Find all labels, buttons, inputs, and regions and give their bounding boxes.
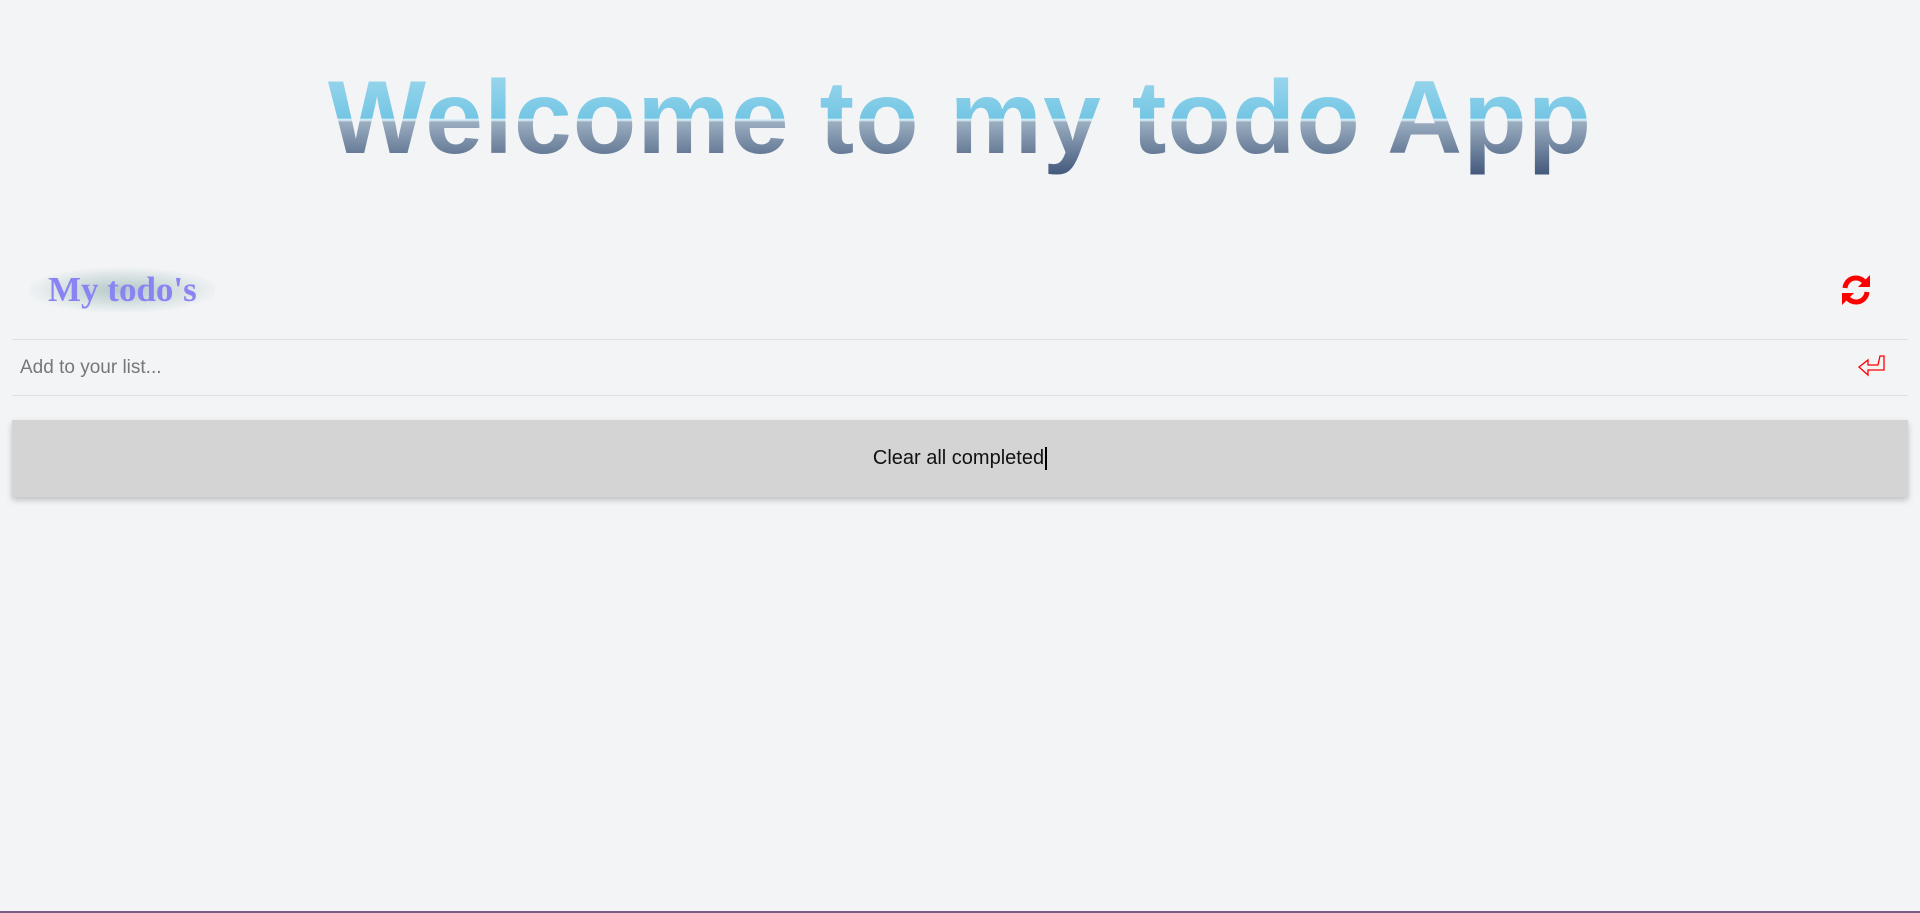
add-todo-button[interactable] [1856, 353, 1886, 381]
add-todo-input[interactable] [12, 340, 1832, 395]
list-title: My todo's [30, 268, 215, 312]
app-title: Welcome to my todo App [0, 58, 1920, 178]
clear-completed-button[interactable]: Clear all completed [12, 420, 1908, 497]
list-header: My todo's [12, 258, 1908, 340]
refresh-icon [1842, 275, 1870, 305]
text-caret [1045, 447, 1048, 470]
input-bottom-divider [12, 395, 1908, 396]
clear-completed-label: Clear all completed [872, 447, 1045, 469]
refresh-button[interactable] [1838, 272, 1874, 308]
enter-return-icon [1857, 355, 1885, 377]
